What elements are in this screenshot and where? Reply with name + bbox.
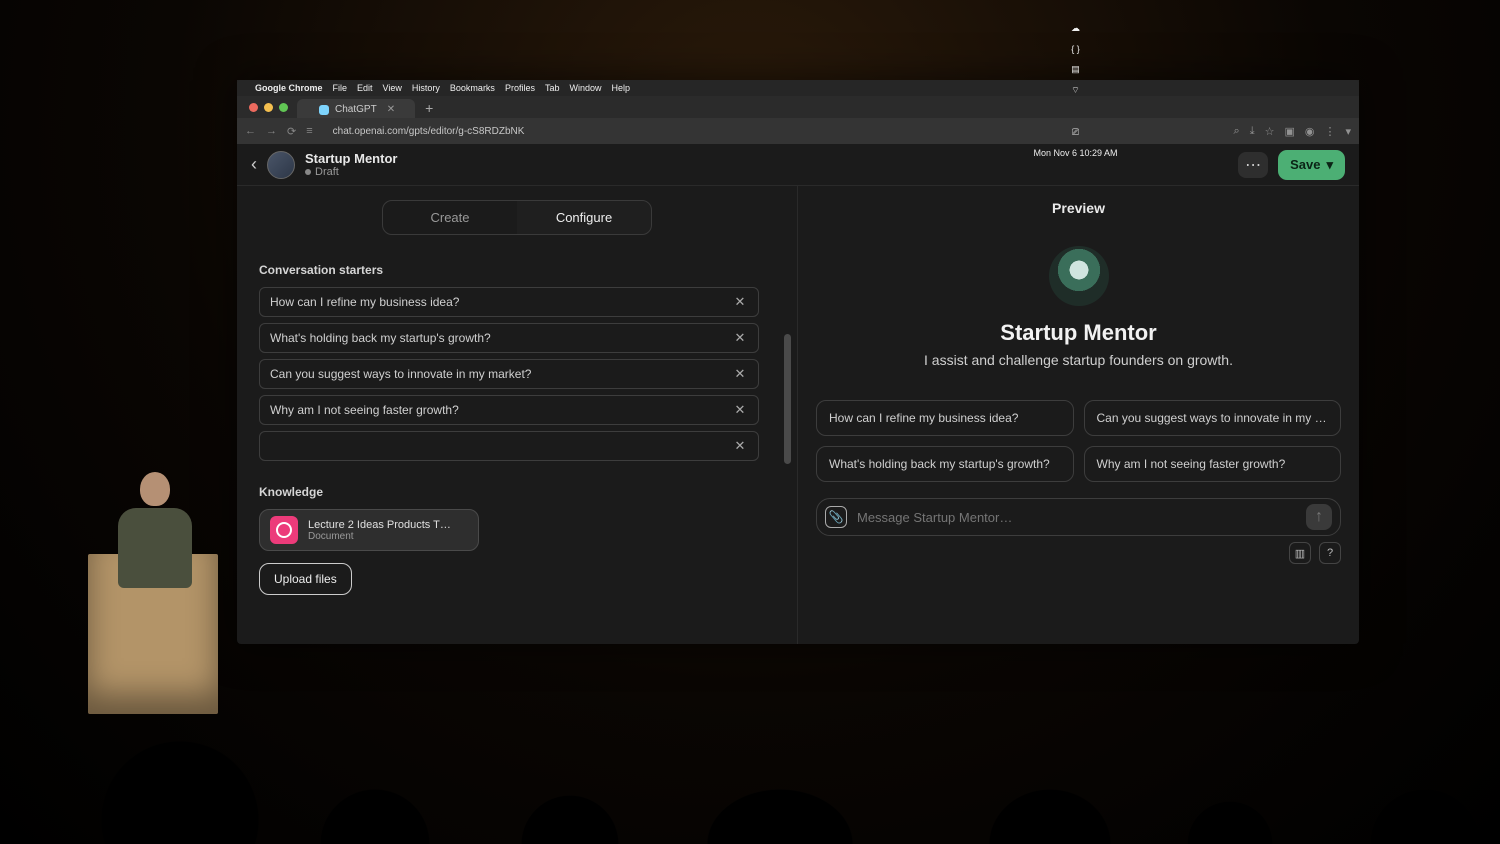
menu-window[interactable]: Window	[569, 83, 601, 93]
starter-chip[interactable]: How can I refine my business idea?	[816, 400, 1074, 436]
back-icon[interactable]: ←	[245, 125, 256, 137]
starter-input[interactable]	[270, 295, 732, 309]
bookmark-star-icon[interactable]: ☆	[1265, 125, 1275, 138]
forward-icon[interactable]: →	[266, 125, 277, 137]
starter-input[interactable]	[270, 439, 732, 453]
starter-chip[interactable]: Why am I not seeing faster growth?	[1084, 446, 1342, 482]
help-icon[interactable]: ?	[1319, 542, 1341, 564]
starter-input[interactable]	[270, 403, 732, 417]
upload-files-button[interactable]: Upload files	[259, 563, 352, 595]
sidepanel-icon[interactable]: ▣	[1284, 125, 1294, 138]
window-controls	[241, 99, 296, 116]
browser-tab[interactable]: ChatGPT ✕	[297, 99, 415, 118]
message-input[interactable]	[857, 510, 1296, 525]
gpt-avatar-small	[267, 151, 295, 179]
starter-chip[interactable]: Can you suggest ways to innovate in my …	[1084, 400, 1342, 436]
tab-create[interactable]: Create	[383, 201, 517, 234]
site-info-icon[interactable]: ≡	[306, 125, 312, 137]
tab-dropdown-icon[interactable]: ▾	[1345, 125, 1351, 138]
chevron-down-icon: ▾	[1326, 157, 1333, 173]
close-tab-icon[interactable]: ✕	[387, 104, 395, 115]
preview-tagline: I assist and challenge startup founders …	[924, 352, 1233, 368]
cloud-icon[interactable]: ☁︎	[1071, 23, 1080, 34]
menu-history[interactable]: History	[412, 83, 440, 93]
remove-starter-icon[interactable]: ✕	[732, 294, 748, 310]
more-options-button[interactable]: ⋯	[1238, 152, 1268, 178]
zoom-window-icon[interactable]	[279, 103, 288, 112]
back-button[interactable]: ‹	[251, 154, 257, 175]
starter-chips: How can I refine my business idea? Can y…	[816, 400, 1341, 482]
file-type: Document	[308, 531, 451, 542]
analytics-icon[interactable]: ▥	[1289, 542, 1311, 564]
menubar-app[interactable]: Google Chrome	[255, 83, 323, 93]
mode-tabs: Create Configure	[382, 200, 652, 235]
favicon-icon	[319, 105, 329, 115]
minimize-window-icon[interactable]	[264, 103, 273, 112]
tray-icon[interactable]: ▤	[1071, 64, 1080, 75]
starter-row: ✕	[259, 395, 759, 425]
projected-screen: Google Chrome File Edit View History Boo…	[237, 80, 1359, 644]
menu-profiles[interactable]: Profiles	[505, 83, 535, 93]
knowledge-label: Knowledge	[259, 485, 775, 499]
menu-tab[interactable]: Tab	[545, 83, 560, 93]
attach-icon[interactable]: 📎	[825, 506, 847, 528]
search-tabs-icon[interactable]: ⌕	[1234, 125, 1240, 138]
starter-row: ✕	[259, 359, 759, 389]
send-button[interactable]: ↑	[1306, 504, 1332, 530]
install-app-icon[interactable]: ⤓	[1250, 125, 1255, 138]
tab-configure[interactable]: Configure	[517, 201, 651, 234]
browser-tabstrip: ChatGPT ✕ +	[237, 96, 1359, 118]
wifi-icon[interactable]: ⌔	[1071, 85, 1079, 96]
document-icon	[270, 516, 298, 544]
menu-view[interactable]: View	[383, 83, 402, 93]
remove-starter-icon[interactable]: ✕	[732, 438, 748, 454]
conversation-starters-label: Conversation starters	[259, 263, 775, 277]
audience-silhouettes	[0, 684, 1500, 844]
reload-icon[interactable]: ⟳	[287, 125, 296, 138]
configure-panel: Create Configure Conversation starters ✕…	[237, 186, 798, 644]
message-box: 📎 ↑	[816, 498, 1341, 536]
starter-input[interactable]	[270, 367, 732, 381]
new-tab-button[interactable]: +	[425, 100, 433, 118]
gpt-title: Startup Mentor	[305, 151, 397, 166]
close-window-icon[interactable]	[249, 103, 258, 112]
remove-starter-icon[interactable]: ✕	[732, 366, 748, 382]
file-name: Lecture 2 Ideas Products T…	[308, 519, 451, 531]
menubar-menus: Google Chrome File Edit View History Boo…	[255, 83, 630, 93]
starter-row: ✕	[259, 287, 759, 317]
starter-input[interactable]	[270, 331, 732, 345]
gpt-avatar-large	[1049, 246, 1109, 306]
gpt-status: Draft	[305, 166, 397, 178]
control-center-icon[interactable]: ⎚	[1072, 127, 1079, 138]
remove-starter-icon[interactable]: ✕	[732, 330, 748, 346]
scrollbar[interactable]	[784, 334, 791, 464]
starter-row: ✕	[259, 323, 759, 353]
preview-title: Startup Mentor	[1000, 320, 1156, 346]
macos-menubar: Google Chrome File Edit View History Boo…	[237, 80, 1359, 96]
menu-file[interactable]: File	[333, 83, 348, 93]
profile-icon[interactable]: ◉	[1305, 125, 1315, 138]
starter-chip[interactable]: What's holding back my startup's growth?	[816, 446, 1074, 482]
braces-icon[interactable]: { }	[1071, 44, 1080, 54]
chrome-menu-icon[interactable]: ⋮	[1324, 125, 1335, 138]
starter-row: ✕	[259, 431, 759, 461]
menu-bookmarks[interactable]: Bookmarks	[450, 83, 495, 93]
save-label: Save	[1290, 157, 1320, 172]
menubar-datetime[interactable]: Mon Nov 6 10:29 AM	[1033, 148, 1117, 158]
save-button[interactable]: Save ▾	[1278, 150, 1345, 180]
tab-title: ChatGPT	[335, 104, 377, 115]
knowledge-file[interactable]: Lecture 2 Ideas Products T… Document	[259, 509, 479, 551]
remove-starter-icon[interactable]: ✕	[732, 402, 748, 418]
address-bar[interactable]: chat.openai.com/gpts/editor/g-cS8RDZbNK	[323, 126, 525, 137]
preview-heading: Preview	[1052, 200, 1105, 216]
menu-edit[interactable]: Edit	[357, 83, 373, 93]
presenter	[115, 472, 195, 592]
preview-panel: Preview Startup Mentor I assist and chal…	[798, 186, 1359, 644]
menu-help[interactable]: Help	[611, 83, 630, 93]
